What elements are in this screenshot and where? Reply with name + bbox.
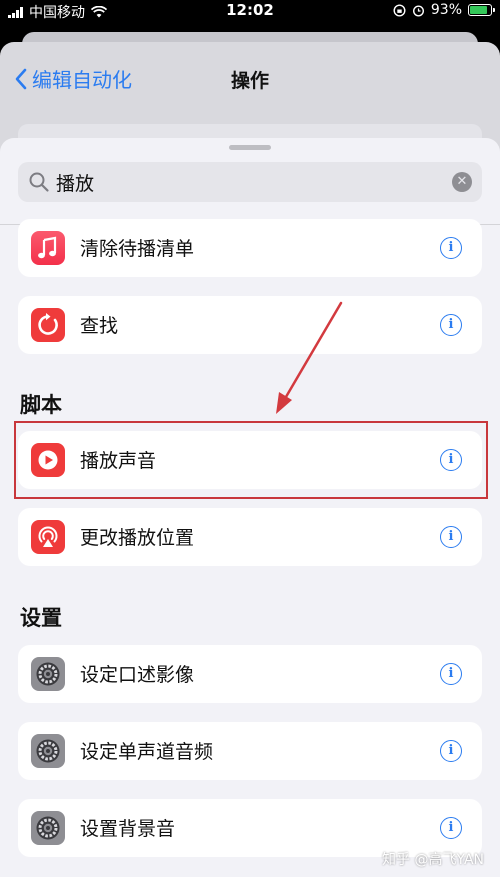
info-icon[interactable]: i bbox=[440, 663, 462, 685]
action-row-clear-queue[interactable]: 清除待播清单 i bbox=[18, 219, 482, 277]
gear-icon bbox=[31, 811, 65, 845]
search-icon bbox=[29, 172, 49, 192]
rotation-lock-icon bbox=[393, 3, 406, 17]
action-row-set-mono-audio[interactable]: 设定单声道音频 i bbox=[18, 722, 482, 780]
actions-sheet: ✕ 清除待播清单 i 查找 i 脚本 播放声音 i 更改播放位置 i 设置 bbox=[0, 138, 500, 877]
battery-percent: 93% bbox=[430, 2, 462, 18]
clear-search-button[interactable]: ✕ bbox=[452, 172, 472, 192]
action-row-set-audio-descriptions[interactable]: 设定口述影像 i bbox=[18, 645, 482, 703]
action-label: 设定口述影像 bbox=[80, 664, 195, 686]
battery-icon bbox=[468, 4, 495, 16]
music-note-icon bbox=[31, 231, 65, 265]
info-icon[interactable]: i bbox=[440, 314, 462, 336]
info-icon[interactable]: i bbox=[440, 740, 462, 762]
battery-fill bbox=[470, 6, 487, 14]
status-bar: 中国移动 12:02 93% bbox=[0, 0, 500, 22]
section-title-scripts: 脚本 bbox=[20, 393, 62, 417]
info-icon[interactable]: i bbox=[440, 817, 462, 839]
nav-title: 操作 bbox=[230, 70, 269, 92]
action-row-change-playback-destination[interactable]: 更改播放位置 i bbox=[18, 508, 482, 566]
search-input[interactable] bbox=[56, 168, 436, 196]
action-label: 设定单声道音频 bbox=[80, 741, 214, 763]
gear-icon bbox=[31, 657, 65, 691]
status-right: 93% bbox=[393, 2, 495, 18]
sheet-grabber[interactable] bbox=[229, 145, 271, 150]
search-bar: ✕ bbox=[18, 162, 482, 202]
info-icon[interactable]: i bbox=[440, 237, 462, 259]
alarm-icon bbox=[412, 4, 424, 17]
action-label: 设置背景音 bbox=[80, 818, 176, 840]
action-row-find[interactable]: 查找 i bbox=[18, 296, 482, 354]
highlight-box bbox=[14, 421, 488, 499]
refresh-icon bbox=[31, 308, 65, 342]
section-title-settings: 设置 bbox=[20, 606, 62, 630]
action-label: 更改播放位置 bbox=[80, 527, 195, 549]
info-icon[interactable]: i bbox=[440, 526, 462, 548]
gear-icon bbox=[31, 734, 65, 768]
action-label: 清除待播清单 bbox=[80, 238, 195, 260]
airplay-icon bbox=[31, 520, 65, 554]
action-label: 查找 bbox=[80, 315, 119, 337]
watermark: 知乎 @高飞YAN bbox=[382, 852, 484, 868]
